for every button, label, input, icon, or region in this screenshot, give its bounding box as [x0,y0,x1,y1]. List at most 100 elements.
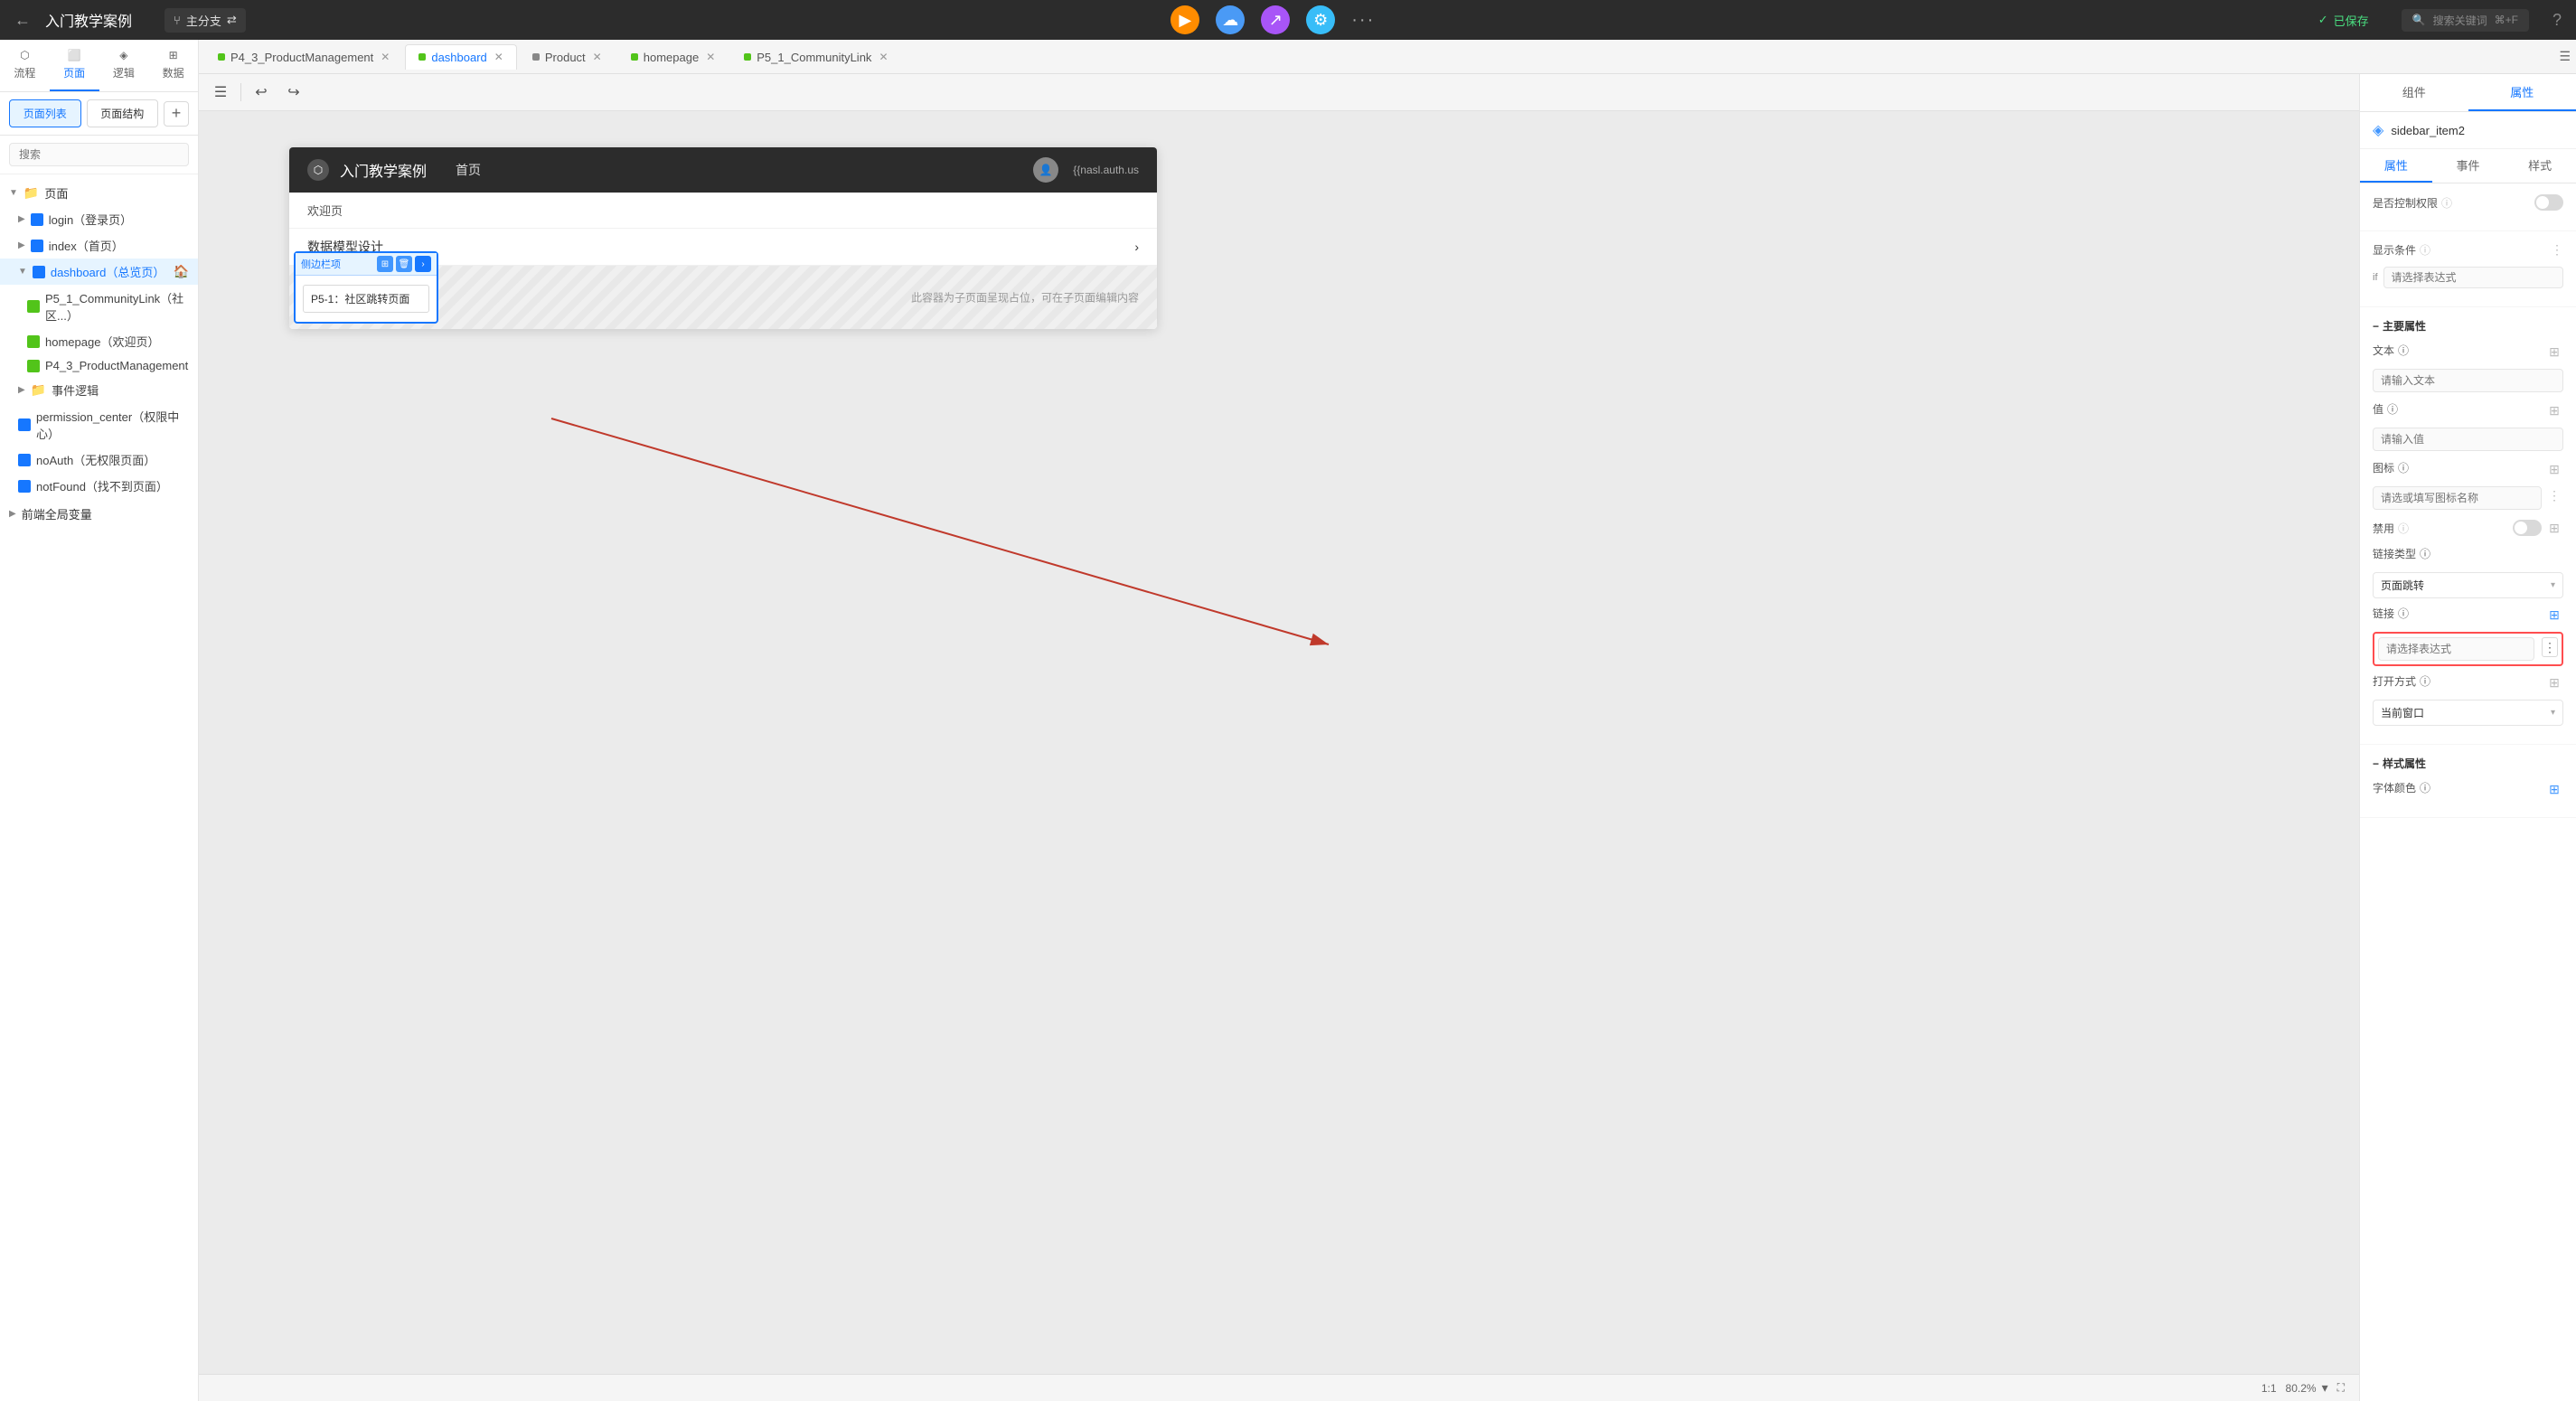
tab-data[interactable]: ⊞ 数据 [148,40,198,91]
value-expand-btn[interactable]: ⊞ [2545,402,2563,420]
open-method-expand-btn[interactable]: ⊞ [2545,674,2563,692]
control-toggle[interactable] [2534,194,2563,211]
branch-swap-icon: ⇄ [227,13,237,27]
back-button[interactable]: ← [14,11,31,30]
cloud-button[interactable]: ☁ [1216,5,1245,34]
undo-button[interactable]: ↩ [249,80,274,105]
zoom-controls: 80.2% ▾ [2286,1380,2328,1396]
link-expression-input[interactable] [2378,637,2534,661]
page-item-notfound[interactable]: notFound（找不到页面） [0,473,198,499]
play-button[interactable]: ▶ [1170,5,1199,34]
value-info-icon: ⓘ [2387,401,2398,417]
page-item-index[interactable]: ▶ index（首页） [0,232,198,259]
more-button[interactable]: ··· [1351,10,1375,31]
tab-flow[interactable]: ⬡ 流程 [0,40,50,91]
disabled-toggle-thumb [2515,522,2527,534]
style-props-title: − 样式属性 [2373,756,2563,771]
disabled-toggle[interactable] [2513,520,2542,536]
sidebar-toggle[interactable]: ☰ [208,80,233,105]
tab-page[interactable]: ⬜ 页面 [50,40,99,91]
top-tab-properties[interactable]: 属性 [2468,74,2576,111]
sidebar-item-text[interactable]: P5-1：社区跳转页面 [303,285,429,313]
text-info-icon: ⓘ [2398,343,2409,358]
disabled-row: 禁用 ⓘ ⊞ [2373,519,2563,537]
page-item-community[interactable]: P5_1_CommunityLink（社区...） [0,285,198,328]
text-prop-label: 文本 ⓘ [2373,343,2409,358]
property-tab-props[interactable]: 属性 [2360,149,2432,183]
search-icon: 🔍 [2412,14,2426,26]
tab-close-product[interactable]: ✕ [593,51,602,63]
control-label: 是否控制权限 ⓘ [2373,195,2452,211]
link-type-select[interactable]: 页面跳转 ▾ [2373,572,2563,598]
user-avatar: 👤 [1033,157,1058,183]
zoom-down-icon[interactable]: ▾ [2322,1380,2328,1396]
page-label-dashboard: dashboard（总览页） [51,263,165,280]
property-tab-events[interactable]: 事件 [2432,149,2505,183]
icon-prop-input[interactable] [2373,486,2542,510]
redo-button[interactable]: ↪ [281,80,306,105]
tab-logic[interactable]: ◈ 逻辑 [99,40,149,91]
condition-expression-input[interactable] [2383,267,2564,288]
tab-homepage[interactable]: homepage ✕ [617,44,729,70]
page-search-input[interactable] [9,143,189,166]
page-item-login[interactable]: ▶ login（登录页） [0,206,198,232]
page-label-noauth: noAuth（无权限页面） [36,451,155,468]
icon-expand-btn[interactable]: ⊞ [2545,461,2563,479]
widget-action-copy[interactable]: ⊞ [377,256,393,272]
display-condition-more[interactable]: ⋮ [2551,242,2563,258]
tab-label-dashboard: dashboard [431,51,486,64]
page-structure-button[interactable]: 页面结构 [87,99,159,127]
tab-community[interactable]: P5_1_CommunityLink ✕ [730,44,901,70]
widget-action-more[interactable]: › [415,256,431,272]
search-placeholder: 搜索关键词 [2433,13,2487,28]
striped-hint-text: 此容器为子页面呈现占位，可在子页面编辑内容 [911,290,1139,306]
right-panel: 组件 属性 ◈ sidebar_item2 属性 [2359,74,2576,1401]
section-globals-header[interactable]: ▶ 前端全局变量 [0,501,198,527]
value-prop-input[interactable] [2373,428,2563,451]
top-tab-components[interactable]: 组件 [2360,74,2468,111]
page-item-noauth[interactable]: noAuth（无权限页面） [0,447,198,473]
section-pages-header[interactable]: ▼ 📁 页面 [0,180,198,206]
icon-more-btn[interactable]: ⋮ [2545,486,2563,504]
tab-close-dashboard[interactable]: ✕ [494,51,503,63]
tab-close-homepage[interactable]: ✕ [706,51,715,63]
branch-selector[interactable]: ⑂ 主分支 ⇄ [165,8,246,33]
page-icon-index [31,240,43,252]
page-list-button[interactable]: 页面列表 [9,99,81,127]
tab-list-button[interactable]: ☰ [2559,49,2571,64]
share-button[interactable]: ↗ [1261,5,1290,34]
tab-dashboard[interactable]: dashboard ✕ [405,44,517,70]
tab-close-community[interactable]: ✕ [879,51,888,63]
font-color-expand-btn[interactable]: ⊞ [2545,781,2563,799]
search-bar[interactable]: 🔍 搜索关键词 ⌘+F [2402,9,2529,32]
chevron-right-icon: › [1134,240,1139,254]
app-header: ⬡ 入门教学案例 首页 👤 {{nasl.auth.us [289,147,1157,193]
link-info-icon: ⓘ [2398,606,2409,621]
page-label-permission: permission_center（权限中心） [36,408,189,442]
page-item-homepage[interactable]: homepage（欢迎页） [0,328,198,354]
help-button[interactable]: ? [2552,11,2562,30]
link-expand-btn[interactable]: ⊞ [2545,606,2563,625]
app-title: 入门教学案例 [45,9,132,31]
publish-button[interactable]: ⚙ [1306,5,1335,34]
app-header-nav: 首页 [456,161,481,179]
tab-product[interactable]: Product ✕ [519,44,616,70]
property-tab-styles[interactable]: 样式 [2504,149,2576,183]
link-more-btn[interactable]: ⋮ [2542,637,2558,657]
link-type-title: 链接类型 [2373,546,2416,561]
tab-dot-homepage [631,53,638,61]
disabled-expand-btn[interactable]: ⊞ [2545,519,2563,537]
page-item-permission[interactable]: permission_center（权限中心） [0,403,198,447]
widget-action-delete[interactable]: 🗑 [396,256,412,272]
open-method-select[interactable]: 当前窗口 ▾ [2373,700,2563,726]
page-item-dashboard[interactable]: ▼ dashboard（总览页） 🏠 [0,259,198,285]
tab-p43[interactable]: P4_3_ProductManagement ✕ [204,44,403,70]
text-expand-btn[interactable]: ⊞ [2545,343,2563,362]
text-prop-input[interactable] [2373,369,2563,392]
tab-close-p43[interactable]: ✕ [381,51,390,63]
add-page-button[interactable]: + [164,101,189,127]
page-item-events[interactable]: ▶ 📁 事件逻辑 [0,377,198,403]
page-item-product-mgmt[interactable]: P4_3_ProductManagement [0,354,198,377]
fullscreen-button[interactable]: ⛶ [2337,1381,2345,1395]
canvas-content[interactable]: ⬡ 入门教学案例 首页 👤 {{nasl.auth.us 欢迎页 [199,111,2359,1374]
